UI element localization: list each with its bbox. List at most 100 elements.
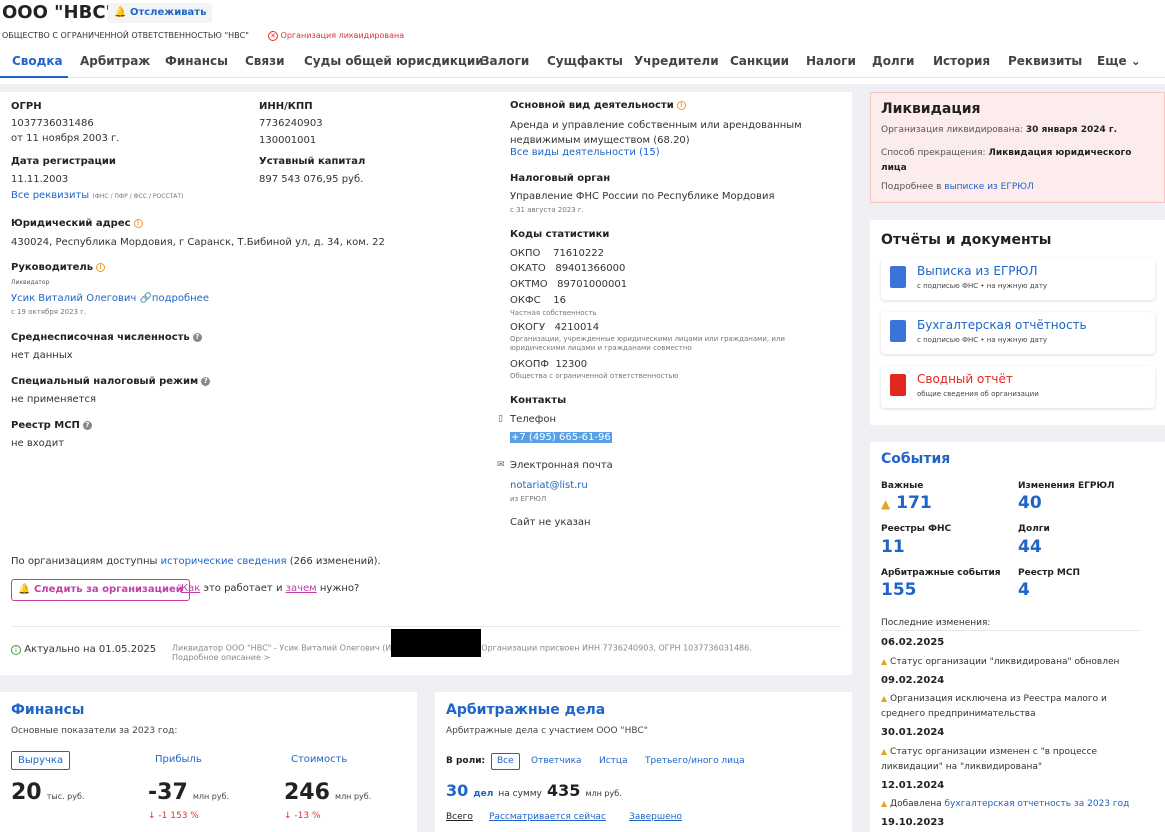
tab-courts[interactable]: Суды общей юрисдикции xyxy=(304,54,484,68)
tab-more[interactable]: Еще ⌄ xyxy=(1097,54,1141,68)
help-icon[interactable]: ? xyxy=(82,420,92,430)
liquidation-title: Ликвидация xyxy=(881,101,981,117)
tab-debts[interactable]: Долги xyxy=(872,54,914,68)
document-icon xyxy=(890,320,906,342)
tab-requisites[interactable]: Реквизиты xyxy=(1008,54,1082,68)
liquidation-date: Организация ликвидирована: 30 января 202… xyxy=(881,125,1118,135)
tab-pledges[interactable]: Залоги xyxy=(481,54,529,68)
follow-organization-button[interactable]: 🔔 Следить за организацией xyxy=(11,579,190,601)
event-label-egrul: Изменения ЕГРЮЛ xyxy=(1018,481,1115,491)
tab-finance[interactable]: Финансы xyxy=(165,54,228,68)
warning-icon: ▲ xyxy=(881,657,888,666)
role-plaintiff[interactable]: Истца xyxy=(599,756,628,766)
oktmo: ОКТМО 89701000001 xyxy=(510,279,628,290)
tab-facts[interactable]: Сущфакты xyxy=(547,54,623,68)
finance-value: 246 млн руб. xyxy=(284,780,372,805)
info-icon: ! xyxy=(96,262,106,272)
tab-sanctions[interactable]: Санкции xyxy=(730,54,789,68)
tab-summary[interactable]: Сводка xyxy=(12,54,63,68)
change-date: 19.10.2023 xyxy=(881,817,945,828)
role-all[interactable]: Все xyxy=(491,753,520,770)
mail-icon: ✉ xyxy=(497,460,505,470)
address-label: Юридический адрес! xyxy=(11,218,143,229)
tab-taxes[interactable]: Налоги xyxy=(806,54,856,68)
codes-label: Коды статистики xyxy=(510,229,610,240)
okfs-desc: Частная собственность xyxy=(510,309,597,317)
capital-label: Уставный капитал xyxy=(259,156,366,167)
warning-icon: ▲ xyxy=(881,747,888,756)
role-third-party[interactable]: Третьего/иного лица xyxy=(645,756,745,766)
change-date: 12.01.2024 xyxy=(881,780,945,791)
event-count-arbitration[interactable]: 155 xyxy=(881,580,917,600)
event-count-important[interactable]: ▲ 171 xyxy=(881,493,932,513)
finance-revenue: 20 тыс. руб. xyxy=(11,780,85,805)
ogrn-label: ОГРН xyxy=(11,101,42,112)
bell-icon: 🔔 xyxy=(18,584,31,595)
tax-org-label: Налоговый орган xyxy=(510,173,611,184)
news-more-link[interactable]: Подробное описание > xyxy=(172,653,270,662)
phone-value[interactable]: +7 (495) 665-61-96 xyxy=(510,432,612,443)
email-link[interactable]: notariat@list.ru xyxy=(510,480,588,491)
role-defendant[interactable]: Ответчика xyxy=(531,756,582,766)
change-text: ▲ Статус организации "ликвидирована" обн… xyxy=(881,657,1120,667)
history-text: По организациям доступны исторические св… xyxy=(11,556,381,567)
msp-label: Реестр МСП? xyxy=(11,420,92,431)
finance-profit-change: ↓ -1 153 % xyxy=(148,811,199,821)
finance-tab-profit[interactable]: Прибыль xyxy=(155,754,202,765)
report-accounting[interactable]: Бухгалтерская отчётность с подписью ФНС … xyxy=(881,312,1155,354)
filter-pending[interactable]: Рассматривается сейчас xyxy=(489,812,606,822)
tax-org-value: Управление ФНС России по Республике Морд… xyxy=(510,191,775,202)
tab-links[interactable]: Связи xyxy=(245,54,285,68)
summary-card: ОГРН 1037736031486 от 11 ноября 2003 г. … xyxy=(0,92,852,675)
tab-arbitration[interactable]: Арбитраж xyxy=(80,54,150,68)
tax-regime-label: Специальный налоговый режим? xyxy=(11,376,211,387)
info-icon: ! xyxy=(133,218,143,228)
follow-button[interactable]: 🔔 Отслеживать xyxy=(108,3,213,23)
phone-icon: ▯ xyxy=(498,414,503,424)
email-label: Электронная почта xyxy=(510,460,613,471)
finance-tab-revenue[interactable]: Выручка xyxy=(11,751,71,770)
change-text: ▲ Добавлена бухгалтерская отчетность за … xyxy=(881,799,1130,809)
events-title: События xyxy=(881,451,951,467)
change-text: ▲ Статус организации изменен с "в процес… xyxy=(881,747,1098,772)
ogrn-date: от 11 ноября 2003 г. xyxy=(11,133,120,144)
head-since: с 19 октября 2023 г. xyxy=(11,308,87,316)
all-requisites-link[interactable]: Все реквизиты (ФНС / ПФР / ФСС / РОССТАТ… xyxy=(11,190,183,201)
tab-history[interactable]: История xyxy=(933,54,990,68)
reg-label: Дата регистрации xyxy=(11,156,116,167)
history-link[interactable]: исторические сведения xyxy=(161,556,287,567)
activity-label: Основной вид деятельности! xyxy=(510,100,686,111)
head-more-link[interactable]: подробнее xyxy=(152,293,209,304)
how-link[interactable]: Как xyxy=(181,583,200,594)
filter-all[interactable]: Всего xyxy=(446,812,473,822)
finance-subtitle: Основные показатели за 2023 год: xyxy=(11,726,178,736)
event-count-debts[interactable]: 44 xyxy=(1018,537,1042,557)
close-circle-icon: ✕ xyxy=(268,31,278,41)
egrul-extract-link[interactable]: выписке из ЕГРЮЛ xyxy=(944,182,1034,192)
activity-value: Аренда и управление собственным или арен… xyxy=(510,120,802,146)
how-it-works: Как это работает и зачем нужно? xyxy=(181,583,360,594)
finance-tab-value[interactable]: Стоимость xyxy=(291,754,347,765)
arbitration-card: Арбитражные дела Арбитражные дела с учас… xyxy=(435,692,852,832)
event-count-fns[interactable]: 11 xyxy=(881,537,905,557)
accounting-2023-link[interactable]: бухгалтерская отчетность за 2023 год xyxy=(945,799,1130,809)
liquidation-method: Способ прекращения: Ликвидация юридическ… xyxy=(881,148,1132,173)
warning-icon: ▲ xyxy=(881,497,891,511)
filter-completed[interactable]: Завершено xyxy=(629,812,682,822)
page-header: ООО "НВС" 🔔 Отслеживать ОБЩЕСТВО С ОГРАН… xyxy=(0,0,1165,84)
report-egrul-extract[interactable]: Выписка из ЕГРЮЛ с подписью ФНС • на нуж… xyxy=(881,258,1155,300)
help-icon[interactable]: ? xyxy=(192,332,202,342)
help-icon[interactable]: ? xyxy=(201,376,211,386)
finance-profit: -37 млн руб. xyxy=(148,780,230,805)
tab-founders[interactable]: Учредители xyxy=(634,54,719,68)
change-date: 06.02.2025 xyxy=(881,637,945,648)
finance-card: Финансы Основные показатели за 2023 год:… xyxy=(0,692,417,832)
reports-title: Отчёты и документы xyxy=(881,232,1052,248)
event-count-msp[interactable]: 4 xyxy=(1018,580,1030,600)
change-text: ▲ Организация исключена из Реестра малог… xyxy=(881,694,1107,719)
why-link[interactable]: зачем xyxy=(286,583,317,594)
report-summary[interactable]: Сводный отчёт общие сведения об организа… xyxy=(881,366,1155,408)
all-activities-link[interactable]: Все виды деятельности (15) xyxy=(510,147,660,158)
event-count-egrul[interactable]: 40 xyxy=(1018,493,1042,513)
head-name-link[interactable]: Усик Виталий Олегович xyxy=(11,293,136,304)
